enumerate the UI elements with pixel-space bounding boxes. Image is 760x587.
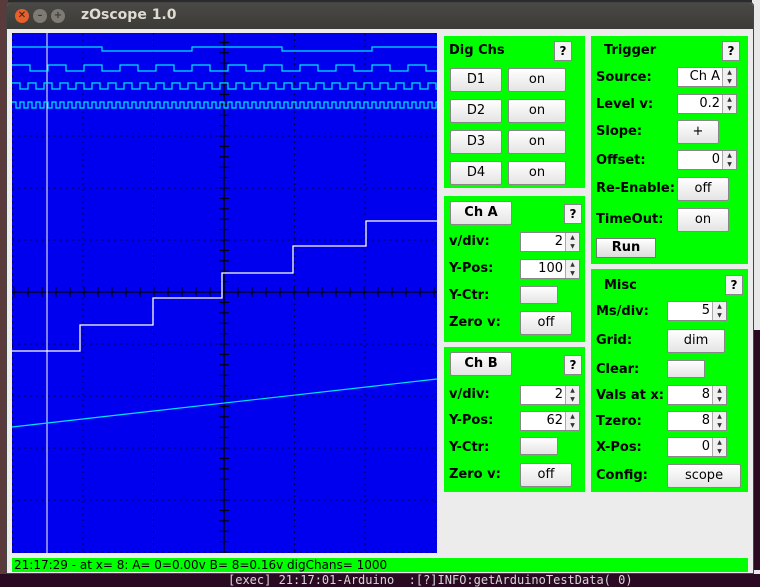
misc-grid-label: Grid: [596, 333, 633, 348]
spinner-arrows-icon[interactable]: ▲ ▼ [712, 386, 726, 404]
ch-b-ypos-label: Y-Pos: [449, 413, 494, 428]
misc-config-label: Config: [596, 468, 648, 483]
trigger-timeout-toggle[interactable]: on [677, 208, 729, 232]
misc-help-button[interactable]: ? [725, 275, 743, 295]
terminal-line: [exec] 21:17:01-Arduino :[?]INFO:getArdu… [0, 574, 760, 587]
ch-a-vdiv-spinner[interactable]: 2 ▲ ▼ [520, 232, 580, 252]
d2-toggle[interactable]: on [508, 99, 566, 123]
dig-chs-title: Dig Chs [449, 43, 505, 58]
misc-clear-label: Clear: [596, 362, 640, 377]
minimize-icon[interactable]: – [33, 9, 47, 23]
misc-vals-label: Vals at x: [596, 388, 664, 403]
d1-button[interactable]: D1 [450, 68, 502, 92]
d3-button[interactable]: D3 [450, 130, 502, 154]
maximize-icon[interactable]: + [51, 9, 65, 23]
spinner-arrows-icon[interactable]: ▲ ▼ [565, 260, 579, 278]
misc-xpos-label: X-Pos: [596, 440, 642, 455]
misc-clear-button[interactable] [667, 360, 705, 378]
trigger-panel: Trigger ? Source: Ch A ▲ ▼ Level v: 0.2 ▲… [591, 36, 748, 264]
spinner-arrows-icon[interactable]: ▲ ▼ [712, 438, 726, 456]
ch-b-yctr-label: Y-Ctr: [449, 440, 490, 455]
ch-b-yctr-button[interactable] [520, 437, 558, 455]
trigger-reenable-toggle[interactable]: off [677, 177, 729, 201]
spinner-arrows-icon[interactable]: ▲ ▼ [722, 68, 736, 86]
trigger-help-button[interactable]: ? [722, 41, 740, 61]
misc-vals-spinner[interactable]: 8 ▲ ▼ [667, 385, 727, 405]
status-bar: 21:17:29 - at x= 8: A= 0=0.00v B= 8=0.16… [12, 558, 748, 572]
trigger-timeout-label: TimeOut: [596, 212, 664, 227]
trigger-level-label: Level v: [596, 97, 654, 112]
spinner-arrows-icon[interactable]: ▲ ▼ [712, 412, 726, 430]
d1-toggle[interactable]: on [508, 68, 566, 92]
spinner-arrows-icon[interactable]: ▲ ▼ [722, 95, 736, 113]
misc-msdiv-spinner[interactable]: 5 ▲ ▼ [667, 301, 727, 321]
zoscope-window: ✕ – + zOscope 1.0 Dig Chs ? D1 on D2 on … [6, 2, 754, 574]
ch-a-vdiv-label: v/div: [449, 234, 490, 249]
ch-b-vdiv-label: v/div: [449, 387, 490, 402]
ch-a-ypos-label: Y-Pos: [449, 261, 494, 276]
close-icon[interactable]: ✕ [15, 9, 29, 23]
trigger-slope-button[interactable]: + [677, 120, 719, 144]
ch-b-button[interactable]: Ch B [450, 352, 512, 376]
ch-a-zerov-toggle[interactable]: off [520, 311, 572, 335]
ch-b-zerov-label: Zero v: [449, 467, 501, 482]
scope-display[interactable] [12, 33, 437, 553]
trigger-reenable-label: Re-Enable: [596, 181, 675, 196]
trigger-offset-spinner[interactable]: 0 ▲ ▼ [677, 150, 737, 170]
misc-title: Misc [604, 278, 637, 293]
misc-config-button[interactable]: scope [667, 464, 741, 488]
ch-a-zerov-label: Zero v: [449, 315, 501, 330]
d3-toggle[interactable]: on [508, 130, 566, 154]
spinner-arrows-icon[interactable]: ▲ ▼ [565, 412, 579, 430]
trigger-source-spinner[interactable]: Ch A ▲ ▼ [677, 67, 737, 87]
d2-button[interactable]: D2 [450, 99, 502, 123]
ch-b-vdiv-spinner[interactable]: 2 ▲ ▼ [520, 385, 580, 405]
ch-b-ypos-spinner[interactable]: 62 ▲ ▼ [520, 411, 580, 431]
dig-chs-help-button[interactable]: ? [554, 41, 572, 61]
dig-chs-panel: Dig Chs ? D1 on D2 on D3 on D4 on [444, 36, 585, 188]
d4-toggle[interactable]: on [508, 161, 566, 185]
trigger-level-spinner[interactable]: 0.2 ▲ ▼ [677, 94, 737, 114]
trigger-title: Trigger [604, 43, 657, 58]
misc-msdiv-label: Ms/div: [596, 304, 649, 319]
ch-a-yctr-button[interactable] [520, 286, 558, 304]
trigger-offset-label: Offset: [596, 153, 646, 168]
misc-panel: Misc ? Ms/div: 5 ▲ ▼ Grid: dim Clear: Val… [591, 269, 748, 492]
ch-b-help-button[interactable]: ? [564, 355, 582, 375]
ch-a-panel: Ch A ? v/div: 2 ▲ ▼ Y-Pos: 100 ▲ ▼ Y-Ctr: … [444, 196, 585, 342]
misc-tzero-spinner[interactable]: 8 ▲ ▼ [667, 411, 727, 431]
run-button[interactable]: Run [596, 238, 656, 258]
ch-a-yctr-label: Y-Ctr: [449, 288, 490, 303]
ch-b-zerov-toggle[interactable]: off [520, 463, 572, 487]
spinner-arrows-icon[interactable]: ▲ ▼ [565, 386, 579, 404]
trigger-source-label: Source: [596, 70, 652, 85]
trigger-slope-label: Slope: [596, 124, 643, 139]
ch-a-ypos-spinner[interactable]: 100 ▲ ▼ [520, 259, 580, 279]
spinner-arrows-icon[interactable]: ▲ ▼ [722, 151, 736, 169]
spinner-arrows-icon[interactable]: ▲ ▼ [712, 302, 726, 320]
misc-xpos-spinner[interactable]: 0 ▲ ▼ [667, 437, 727, 457]
ch-a-button[interactable]: Ch A [450, 201, 512, 225]
title-bar[interactable]: ✕ – + zOscope 1.0 [7, 3, 753, 29]
ch-a-help-button[interactable]: ? [564, 204, 582, 224]
window-title: zOscope 1.0 [81, 7, 177, 23]
spinner-arrows-icon[interactable]: ▲ ▼ [565, 233, 579, 251]
d4-button[interactable]: D4 [450, 161, 502, 185]
ch-b-panel: Ch B ? v/div: 2 ▲ ▼ Y-Pos: 62 ▲ ▼ Y-Ctr: Z… [444, 347, 585, 492]
misc-grid-button[interactable]: dim [667, 329, 725, 353]
misc-tzero-label: Tzero: [596, 414, 642, 429]
